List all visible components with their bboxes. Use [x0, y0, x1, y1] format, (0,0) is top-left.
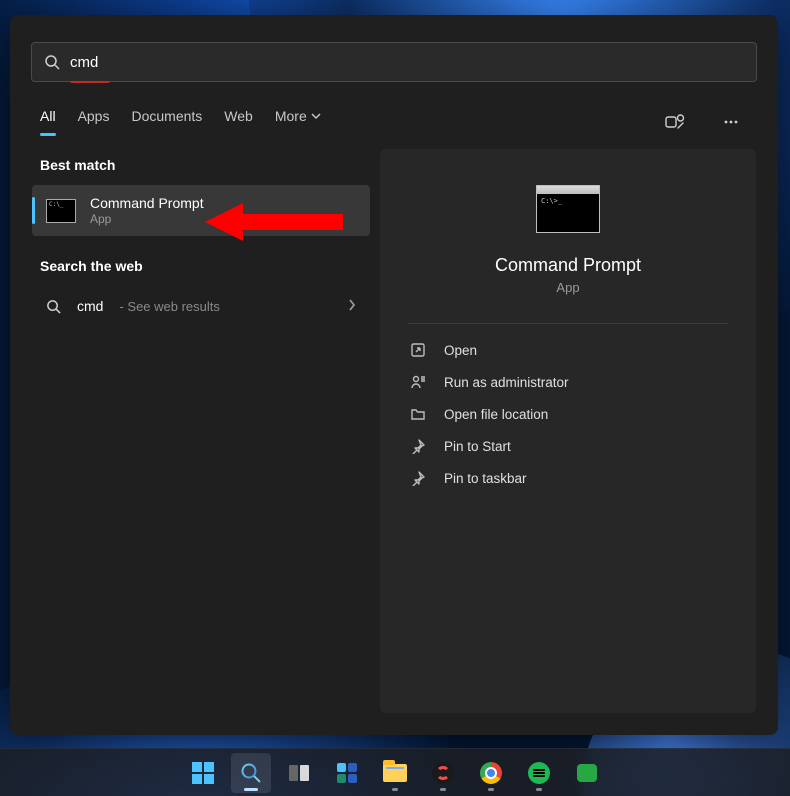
action-label: Run as administrator: [444, 375, 569, 390]
taskbar-chrome[interactable]: [471, 753, 511, 793]
action-label: Pin to taskbar: [444, 471, 527, 486]
action-label: Open file location: [444, 407, 548, 422]
action-pin-to-taskbar[interactable]: Pin to taskbar: [408, 462, 728, 494]
more-options-icon[interactable]: [714, 105, 748, 139]
best-match-heading: Best match: [32, 149, 370, 185]
tab-all[interactable]: All: [40, 108, 56, 136]
taskbar-spotify[interactable]: [519, 753, 559, 793]
tab-documents[interactable]: Documents: [131, 108, 202, 136]
chevron-right-icon: [348, 298, 356, 314]
taskbar-search-button[interactable]: [231, 753, 271, 793]
chrome-icon: [480, 762, 502, 784]
action-label: Open: [444, 343, 477, 358]
search-input[interactable]: [70, 54, 744, 71]
windows-logo-icon: [192, 762, 214, 784]
results-column: Best match Command Prompt App Search the…: [32, 149, 370, 713]
start-search-panel: All Apps Documents Web More Best match: [10, 15, 778, 735]
preview-subtitle: App: [408, 280, 728, 295]
opera-icon: [432, 762, 454, 784]
task-view-icon: [289, 765, 309, 781]
result-subtitle: App: [90, 212, 204, 226]
divider: [408, 323, 728, 324]
action-open[interactable]: Open: [408, 334, 728, 366]
chevron-down-icon: [311, 111, 321, 121]
search-icon: [240, 762, 262, 784]
web-result-query: cmd: [77, 298, 103, 314]
result-title: Command Prompt: [90, 195, 204, 211]
tab-more[interactable]: More: [275, 108, 321, 136]
preview-title: Command Prompt: [408, 255, 728, 276]
search-bar[interactable]: [31, 42, 757, 82]
preview-app-icon: [536, 185, 600, 233]
command-prompt-icon: [46, 199, 76, 223]
web-result-hint: - See web results: [119, 299, 219, 314]
taskbar-file-explorer[interactable]: [375, 753, 415, 793]
action-pin-to-start[interactable]: Pin to Start: [408, 430, 728, 462]
search-settings-icon[interactable]: [658, 105, 692, 139]
taskbar-opera-gx[interactable]: [423, 753, 463, 793]
taskbar-widgets-button[interactable]: [327, 753, 367, 793]
chat-icon: [577, 764, 597, 782]
search-icon: [44, 54, 60, 70]
taskbar: [0, 748, 790, 796]
web-result-cmd[interactable]: cmd - See web results: [32, 286, 370, 326]
search-icon: [46, 299, 61, 314]
taskbar-start-button[interactable]: [183, 753, 223, 793]
taskbar-chat[interactable]: [567, 753, 607, 793]
spotify-icon: [528, 762, 550, 784]
action-run-as-administrator[interactable]: Run as administrator: [408, 366, 728, 398]
widgets-icon: [337, 763, 357, 783]
tab-more-label: More: [275, 108, 307, 124]
file-explorer-icon: [383, 764, 407, 782]
action-open-file-location[interactable]: Open file location: [408, 398, 728, 430]
action-label: Pin to Start: [444, 439, 511, 454]
preview-pane: Command Prompt App Open Run as administr…: [380, 149, 756, 713]
search-web-heading: Search the web: [32, 250, 370, 286]
taskbar-taskview-button[interactable]: [279, 753, 319, 793]
filter-tabs: All Apps Documents Web More: [10, 83, 778, 139]
best-match-command-prompt[interactable]: Command Prompt App: [32, 185, 370, 236]
tab-web[interactable]: Web: [224, 108, 253, 136]
tab-apps[interactable]: Apps: [78, 108, 110, 136]
